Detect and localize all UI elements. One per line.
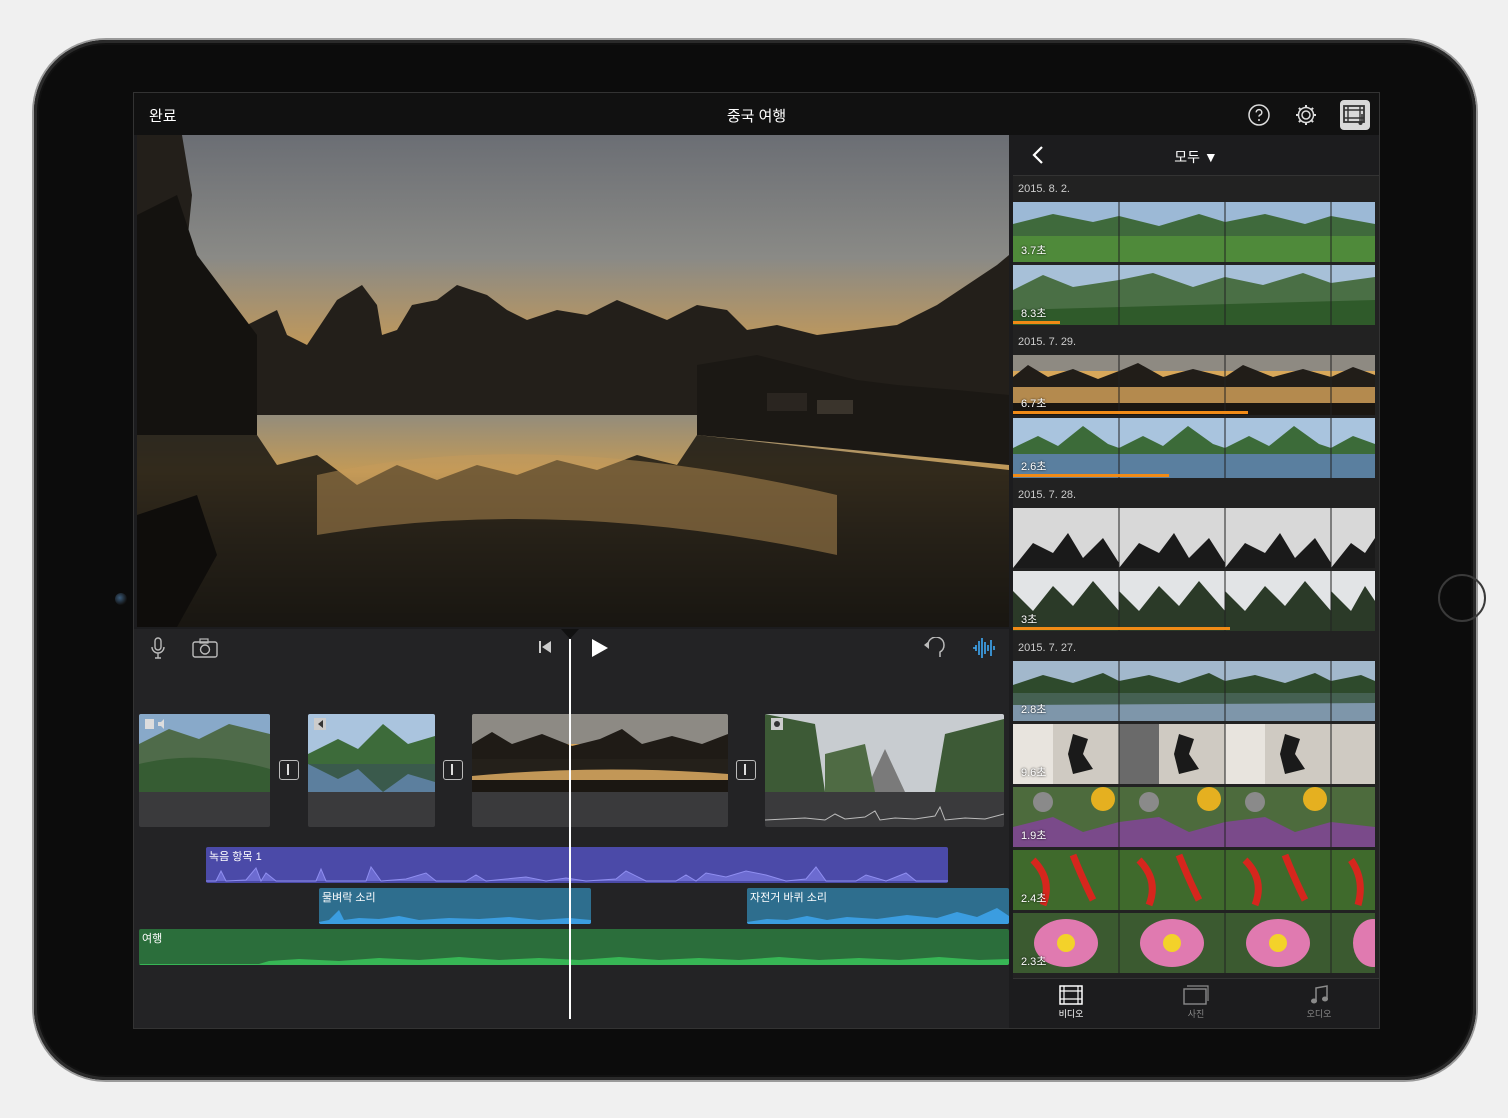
clip-duration: 3.7초 bbox=[1021, 245, 1047, 257]
browser-header: 모두 ▼ bbox=[1013, 135, 1379, 176]
audio-track-recording[interactable]: 녹음 항목 1 bbox=[206, 847, 948, 883]
imovie-screen: 완료 중국 여행 녹음 항목 1 물벼락 소리 자전거 바퀴 소리 여행 모두 … bbox=[133, 92, 1380, 1029]
media-browser: 모두 ▼ 2015. 8. 2. 3.7초 8.3초 2015. 7. 29. … bbox=[1013, 135, 1379, 1028]
home-button[interactable] bbox=[1438, 574, 1486, 622]
video-viewer[interactable] bbox=[137, 135, 1009, 627]
usage-bar bbox=[1013, 627, 1230, 630]
front-camera bbox=[115, 593, 127, 605]
clip-duration: 3초 bbox=[1021, 614, 1038, 626]
transition-button[interactable] bbox=[736, 760, 756, 780]
audio-track-label: 물벼락 소리 bbox=[322, 892, 376, 904]
audio-track-label: 녹음 항목 1 bbox=[209, 851, 262, 863]
tab-photos[interactable]: 사진 bbox=[1156, 985, 1236, 1020]
audio-waveform bbox=[747, 908, 1009, 924]
audio-waveform bbox=[206, 865, 948, 883]
clip-duration: 9.6초 bbox=[1021, 767, 1047, 779]
clip-duration: 8.3초 bbox=[1021, 308, 1047, 320]
clip-strip[interactable]: 2.3초 bbox=[1013, 913, 1375, 973]
clip-duration: 6.7초 bbox=[1021, 398, 1047, 410]
date-header: 2015. 7. 29. bbox=[1018, 336, 1077, 348]
playhead-marker bbox=[561, 629, 579, 639]
timeline[interactable]: 녹음 항목 1 물벼락 소리 자전거 바퀴 소리 여행 bbox=[134, 629, 1009, 1028]
clip-strip[interactable]: 3.7초 bbox=[1013, 202, 1375, 262]
clip-badge-icon bbox=[314, 718, 326, 730]
timeline-clip[interactable] bbox=[308, 714, 435, 827]
project-title: 중국 여행 bbox=[726, 108, 787, 125]
waveform-icon[interactable] bbox=[972, 637, 996, 659]
audio-waveform bbox=[319, 910, 591, 924]
tab-video[interactable]: 비디오 bbox=[1031, 985, 1111, 1020]
preview-frame bbox=[137, 135, 1009, 627]
browser-tab-bar: 비디오 사진 오디오 bbox=[1013, 978, 1379, 1028]
date-header: 2015. 8. 2. bbox=[1018, 183, 1070, 195]
clip-duration: 2.8초 bbox=[1021, 704, 1047, 716]
timeline-clip[interactable] bbox=[472, 714, 728, 827]
gear-icon[interactable] bbox=[1294, 103, 1318, 127]
transition-button[interactable] bbox=[443, 760, 463, 780]
playhead[interactable] bbox=[569, 639, 571, 1019]
tab-audio[interactable]: 오디오 bbox=[1279, 985, 1359, 1020]
clip-badge-icon bbox=[145, 719, 164, 729]
transition-button[interactable] bbox=[279, 760, 299, 780]
play-icon[interactable] bbox=[590, 638, 610, 658]
audio-waveform bbox=[139, 957, 1009, 965]
microphone-icon[interactable] bbox=[150, 637, 166, 659]
audio-track-sfx[interactable]: 물벼락 소리 bbox=[319, 888, 591, 924]
photos-icon bbox=[1183, 985, 1209, 1005]
timeline-clip[interactable] bbox=[765, 714, 1004, 827]
help-icon[interactable] bbox=[1247, 103, 1271, 127]
tab-label: 오디오 bbox=[1306, 1009, 1332, 1019]
top-bar: 완료 중국 여행 bbox=[134, 93, 1379, 135]
audio-track-music[interactable]: 여행 bbox=[139, 929, 1009, 965]
clip-strip[interactable]: 2.4초 bbox=[1013, 850, 1375, 910]
filter-dropdown[interactable]: 모두 ▼ bbox=[1013, 147, 1379, 167]
clip-duration: 2.3초 bbox=[1021, 956, 1047, 968]
clip-strip[interactable]: 9.6초 bbox=[1013, 724, 1375, 784]
undo-icon[interactable] bbox=[922, 637, 946, 659]
clip-strip[interactable]: 2.6초 bbox=[1013, 418, 1375, 478]
tab-label: 비디오 bbox=[1058, 1009, 1084, 1019]
clip-waveform bbox=[765, 805, 1004, 821]
timeline-clip[interactable] bbox=[139, 714, 270, 827]
date-header: 2015. 7. 27. bbox=[1018, 642, 1077, 654]
clip-duration: 2.4초 bbox=[1021, 893, 1047, 905]
audio-track-label: 자전거 바퀴 소리 bbox=[750, 892, 827, 904]
clip-strip[interactable]: 2.8초 bbox=[1013, 661, 1375, 721]
clip-strip[interactable]: 8.3초 bbox=[1013, 265, 1375, 325]
clip-duration: 1.9초 bbox=[1021, 830, 1047, 842]
clip-strip[interactable] bbox=[1013, 508, 1375, 568]
audio-track-label: 여행 bbox=[142, 933, 163, 945]
film-icon bbox=[1059, 985, 1083, 1005]
usage-bar bbox=[1013, 321, 1060, 324]
date-header: 2015. 7. 28. bbox=[1018, 489, 1077, 501]
clip-strip[interactable]: 1.9초 bbox=[1013, 787, 1375, 847]
tab-label: 사진 bbox=[1187, 1009, 1205, 1019]
clip-strip[interactable]: 6.7초 bbox=[1013, 355, 1375, 415]
camera-icon[interactable] bbox=[192, 638, 218, 658]
music-note-icon bbox=[1311, 985, 1328, 1004]
usage-bar bbox=[1013, 474, 1169, 477]
usage-bar bbox=[1013, 411, 1248, 414]
clip-duration: 2.6초 bbox=[1021, 461, 1047, 473]
media-icon[interactable] bbox=[1340, 100, 1370, 130]
audio-track-sfx[interactable]: 자전거 바퀴 소리 bbox=[747, 888, 1009, 924]
skip-back-icon[interactable] bbox=[538, 640, 552, 654]
clip-badge-icon bbox=[771, 718, 783, 730]
clip-strip[interactable]: 3초 bbox=[1013, 571, 1375, 631]
